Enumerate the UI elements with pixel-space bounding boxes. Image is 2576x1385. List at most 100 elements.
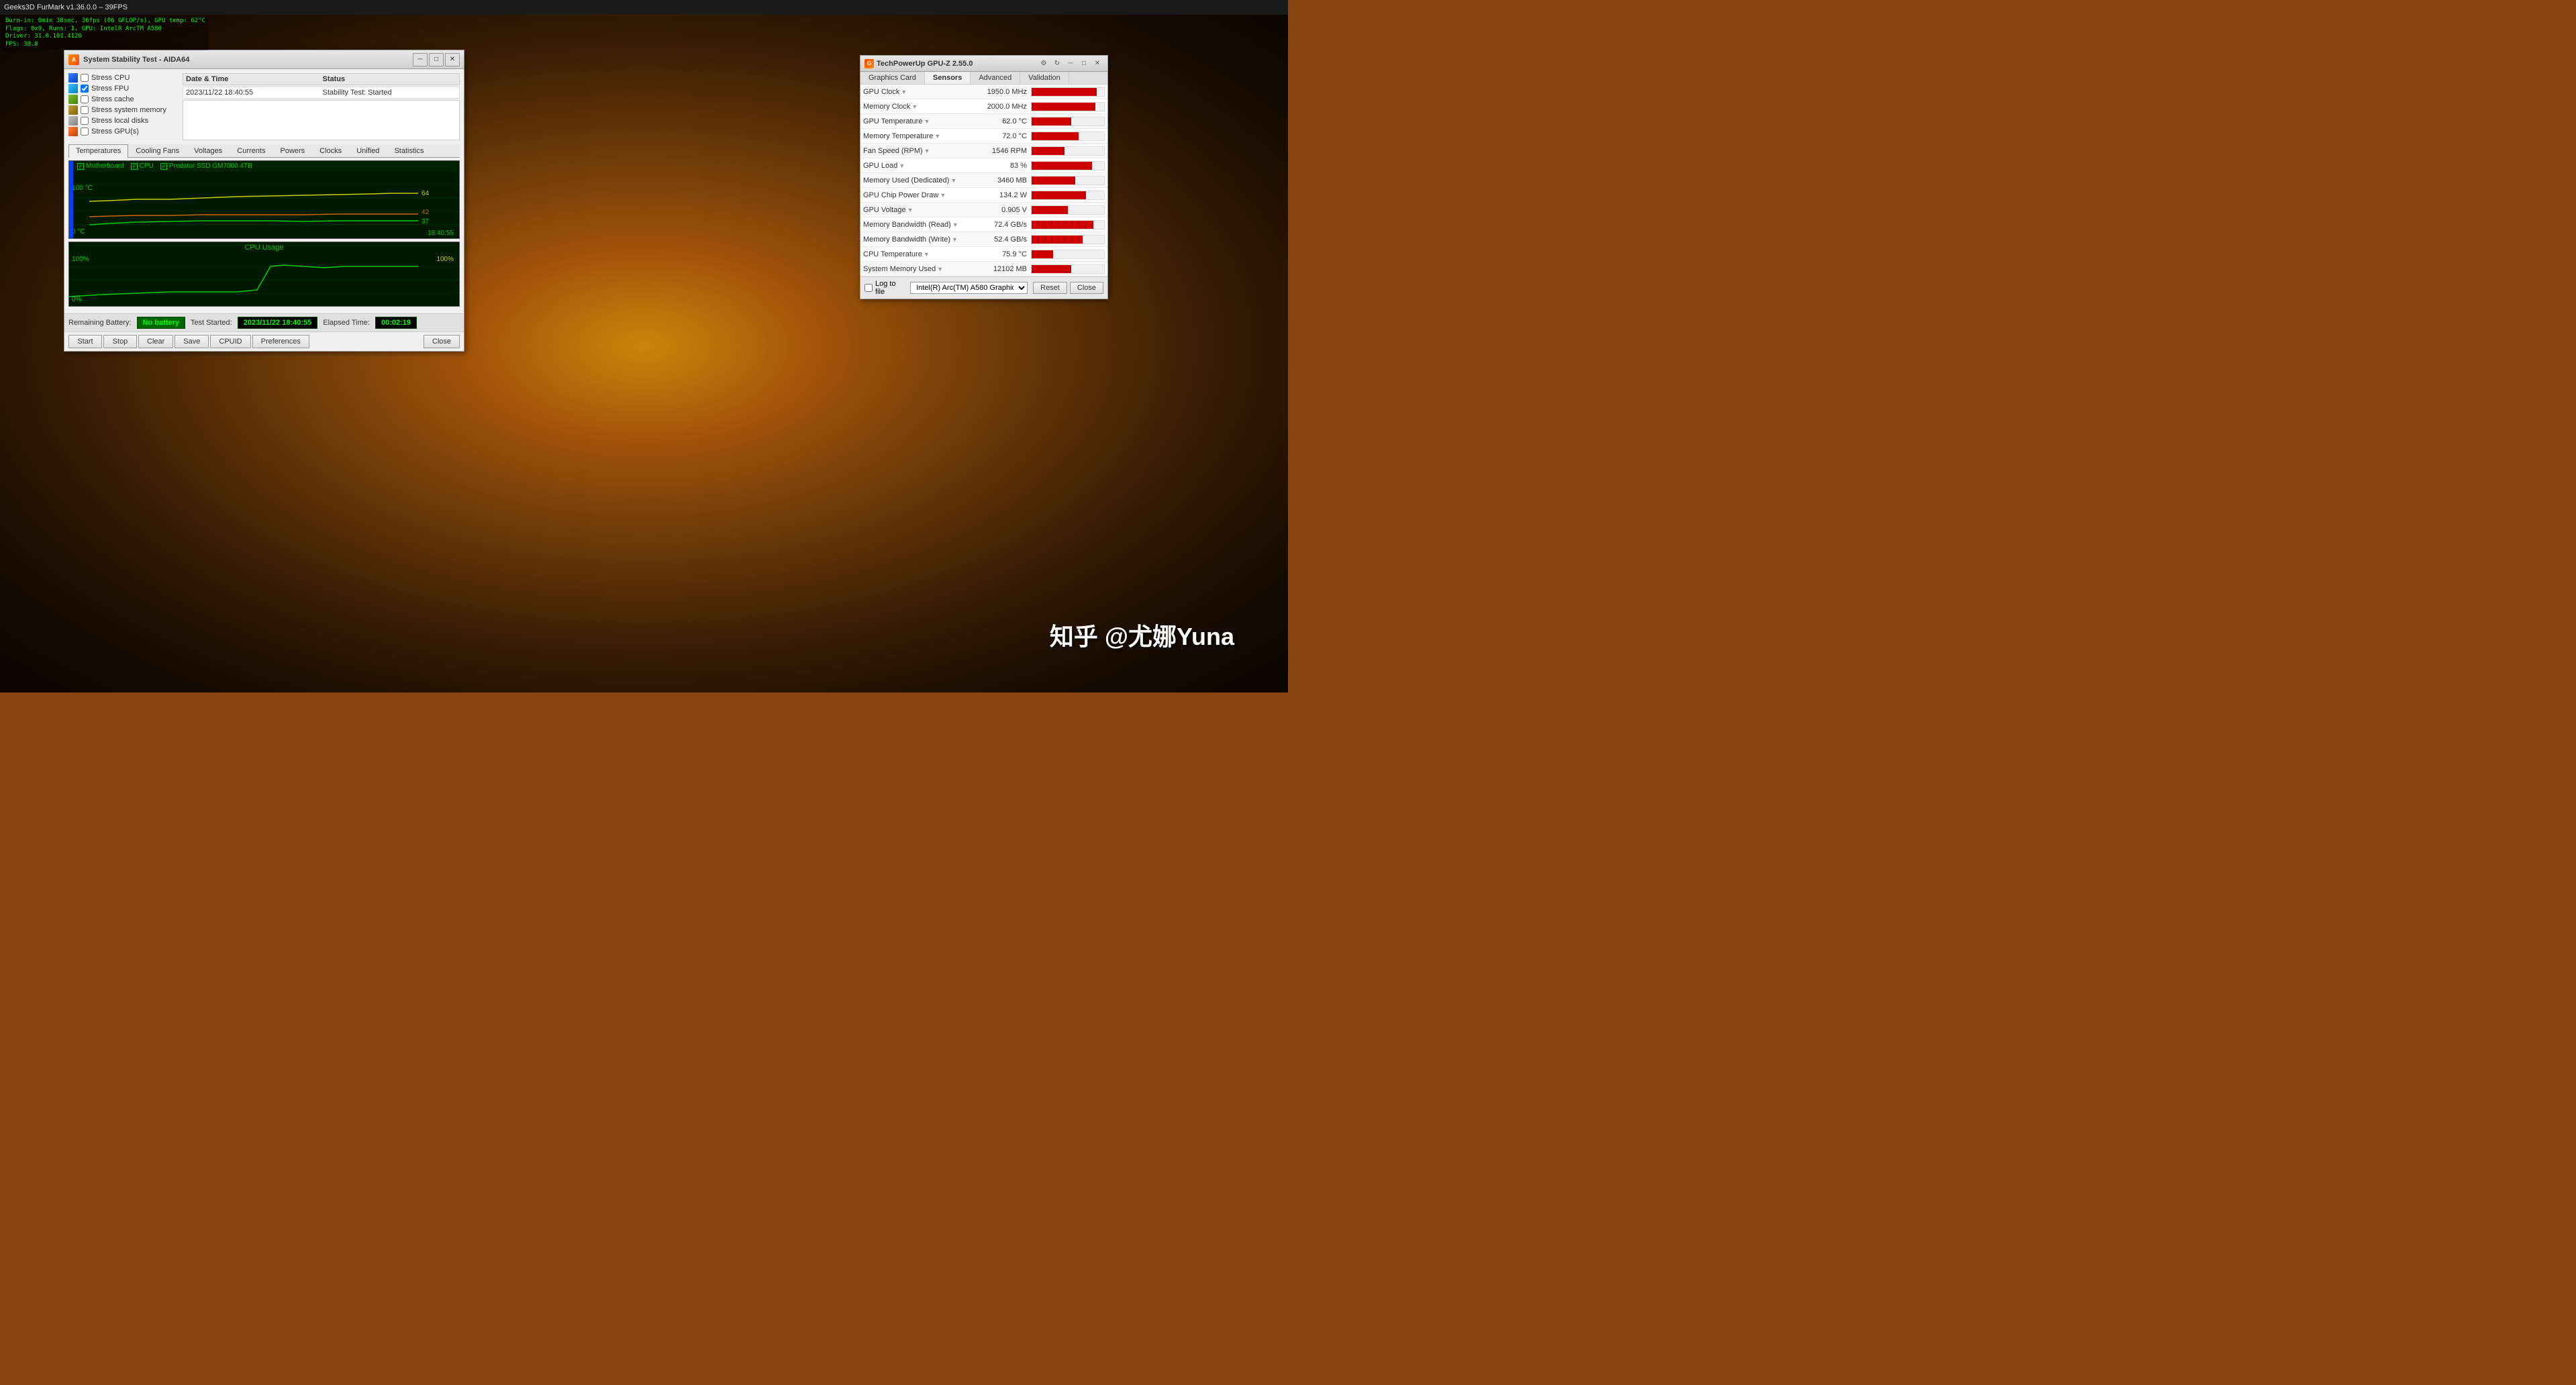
- sensor-arrow-1[interactable]: ▼: [911, 103, 918, 110]
- battery-label: Remaining Battery:: [68, 319, 132, 327]
- sensor-arrow-12[interactable]: ▼: [937, 266, 943, 272]
- tab-cooling-fans[interactable]: Cooling Fans: [128, 144, 187, 157]
- close-button[interactable]: Close: [424, 335, 460, 348]
- log-to-file-checkbox[interactable]: [864, 284, 873, 292]
- sensor-gpu-temp-bar-container: [1031, 117, 1105, 126]
- gpuz-tab-sensors[interactable]: Sensors: [925, 72, 971, 84]
- tab-temperatures[interactable]: Temperatures: [68, 144, 128, 158]
- stop-button[interactable]: Stop: [103, 335, 137, 348]
- sensor-gpu-voltage-bar-container: [1031, 205, 1105, 215]
- legend-cpu-check[interactable]: [131, 163, 138, 170]
- sensor-cpu-temp: CPU Temperature ▼ 75.9 °C: [860, 247, 1107, 262]
- stress-options: Stress CPU Stress FPU Stress cache Stres…: [68, 73, 176, 140]
- stress-fpu-label: Stress FPU: [91, 85, 129, 93]
- gpuz-tab-validation[interactable]: Validation: [1020, 72, 1069, 84]
- sensor-chip-power: GPU Chip Power Draw ▼ 134.2 W: [860, 188, 1107, 203]
- gpu-select[interactable]: Intel(R) Arc(TM) A580 Graphics: [910, 282, 1028, 294]
- chart-indicator: [69, 161, 73, 238]
- cpuid-button[interactable]: CPUID: [210, 335, 250, 348]
- sensor-gpu-temp-value: 62.0 °C: [977, 117, 1031, 125]
- stress-fpu-checkbox[interactable]: [81, 85, 89, 93]
- sensor-arrow-2[interactable]: ▼: [924, 118, 930, 125]
- aida64-close-button[interactable]: ✕: [445, 53, 460, 66]
- sensor-mem-used: Memory Used (Dedicated) ▼ 3460 MB: [860, 173, 1107, 188]
- watermark: 知乎 @尤娜Yuna: [1050, 617, 1234, 652]
- sensor-arrow-0[interactable]: ▼: [901, 89, 907, 95]
- overlay-line-1: Burn-in: 0min 38sec, 36fps (86 GFLOP/s),…: [5, 17, 205, 25]
- sensor-mem-bw-write-bar: [1032, 236, 1083, 244]
- sensor-arrow-4[interactable]: ▼: [924, 148, 930, 154]
- log-to-file-label: Log to file: [875, 280, 905, 296]
- reset-button[interactable]: Reset: [1033, 282, 1067, 294]
- gpuz-window: G TechPowerUp GPU-Z 2.55.0 ⚙ ↻ ─ □ ✕ Gra…: [860, 55, 1108, 299]
- sensor-mem-used-bar-container: [1031, 176, 1105, 185]
- sensors-list: GPU Clock ▼ 1950.0 MHz Memory Clock ▼ 20…: [860, 85, 1107, 276]
- sensor-arrow-7[interactable]: ▼: [940, 192, 946, 199]
- stress-gpu-item: Stress GPU(s): [68, 127, 176, 136]
- preferences-button[interactable]: Preferences: [252, 335, 309, 348]
- stress-cache-checkbox[interactable]: [81, 95, 89, 103]
- gpuz-tab-graphics[interactable]: Graphics Card: [860, 72, 925, 84]
- gpuz-tab-advanced[interactable]: Advanced: [971, 72, 1020, 84]
- stress-disk-checkbox[interactable]: [81, 117, 89, 125]
- stress-section: Stress CPU Stress FPU Stress cache Stres…: [68, 73, 460, 140]
- legend-ssd-check[interactable]: [160, 163, 167, 170]
- sensor-arrow-3[interactable]: ▼: [934, 133, 940, 140]
- sensor-chip-power-value: 134.2 W: [977, 191, 1031, 199]
- legend-ssd: Predator SSD GM7000 4TB: [160, 162, 252, 170]
- stress-cpu-checkbox[interactable]: [81, 74, 89, 82]
- aida64-minimize-button[interactable]: ─: [413, 53, 428, 66]
- gpuz-settings-button[interactable]: ⚙: [1038, 58, 1050, 69]
- cpu-chart-title: CPU Usage: [69, 242, 459, 253]
- cpu-icon: [68, 73, 78, 83]
- sensor-arrow-9[interactable]: ▼: [952, 221, 958, 228]
- tab-powers[interactable]: Powers: [273, 144, 312, 157]
- log-status-value: Stability Test: Started: [323, 89, 457, 97]
- sensor-arrow-6[interactable]: ▼: [950, 177, 956, 184]
- legend-motherboard-check[interactable]: [77, 163, 84, 170]
- tab-currents[interactable]: Currents: [230, 144, 273, 157]
- mem-icon: [68, 105, 78, 115]
- log-body: [183, 100, 460, 140]
- tab-voltages[interactable]: Voltages: [187, 144, 230, 157]
- sensor-mem-bw-read-bar-container: [1031, 220, 1105, 229]
- sensor-gpu-clock-name: GPU Clock ▼: [863, 88, 977, 96]
- gpuz-minimize-button[interactable]: ─: [1064, 58, 1077, 69]
- cpu-chart-container: CPU Usage 100% 0% 100%: [68, 242, 460, 307]
- sensor-cpu-temp-bar: [1032, 250, 1053, 258]
- sensor-mem-bw-write-bar-container: [1031, 235, 1105, 244]
- sensor-arrow-10[interactable]: ▼: [952, 236, 958, 243]
- aida64-titlebar[interactable]: A System Stability Test - AIDA64 ─ □ ✕: [64, 50, 464, 69]
- clear-button[interactable]: Clear: [138, 335, 173, 348]
- gpuz-close-button-2[interactable]: Close: [1070, 282, 1103, 294]
- gpuz-refresh-button[interactable]: ↻: [1051, 58, 1063, 69]
- gpuz-titlebar-left: G TechPowerUp GPU-Z 2.55.0: [864, 59, 973, 68]
- sensor-fan-speed-bar-container: [1031, 146, 1105, 156]
- taskbar-title: Geeks3D FurMark v1.36.0.0 – 39FPS: [4, 3, 128, 11]
- gpuz-titlebar[interactable]: G TechPowerUp GPU-Z 2.55.0 ⚙ ↻ ─ □ ✕: [860, 56, 1107, 72]
- sensor-arrow-8[interactable]: ▼: [907, 207, 913, 213]
- stress-gpu-checkbox[interactable]: [81, 127, 89, 136]
- sensor-arrow-5[interactable]: ▼: [899, 162, 905, 169]
- log-section: Date & Time Status 2023/11/22 18:40:55 S…: [183, 73, 460, 140]
- sensor-arrow-11[interactable]: ▼: [924, 251, 930, 258]
- sensor-mem-used-name: Memory Used (Dedicated) ▼: [863, 176, 977, 185]
- gpuz-maximize-button[interactable]: □: [1078, 58, 1090, 69]
- start-button[interactable]: Start: [68, 335, 102, 348]
- sensor-chip-power-bar-container: [1031, 191, 1105, 200]
- stress-mem-item: Stress system memory: [68, 105, 176, 115]
- sensor-cpu-temp-name: CPU Temperature ▼: [863, 250, 977, 258]
- gpuz-tabs: Graphics Card Sensors Advanced Validatio…: [860, 72, 1107, 85]
- aida64-window-controls: ─ □ ✕: [413, 53, 460, 66]
- aida64-maximize-button[interactable]: □: [429, 53, 444, 66]
- tab-clocks[interactable]: Clocks: [312, 144, 349, 157]
- tab-statistics[interactable]: Statistics: [387, 144, 431, 157]
- sensor-gpu-load: GPU Load ▼ 83 %: [860, 158, 1107, 173]
- sensor-gpu-temp: GPU Temperature ▼ 62.0 °C: [860, 114, 1107, 129]
- sensor-gpu-load-value: 83 %: [977, 162, 1031, 170]
- fpu-icon: [68, 84, 78, 93]
- tab-unified[interactable]: Unified: [349, 144, 387, 157]
- stress-mem-checkbox[interactable]: [81, 106, 89, 114]
- save-button[interactable]: Save: [175, 335, 209, 348]
- gpuz-close-button[interactable]: ✕: [1091, 58, 1103, 69]
